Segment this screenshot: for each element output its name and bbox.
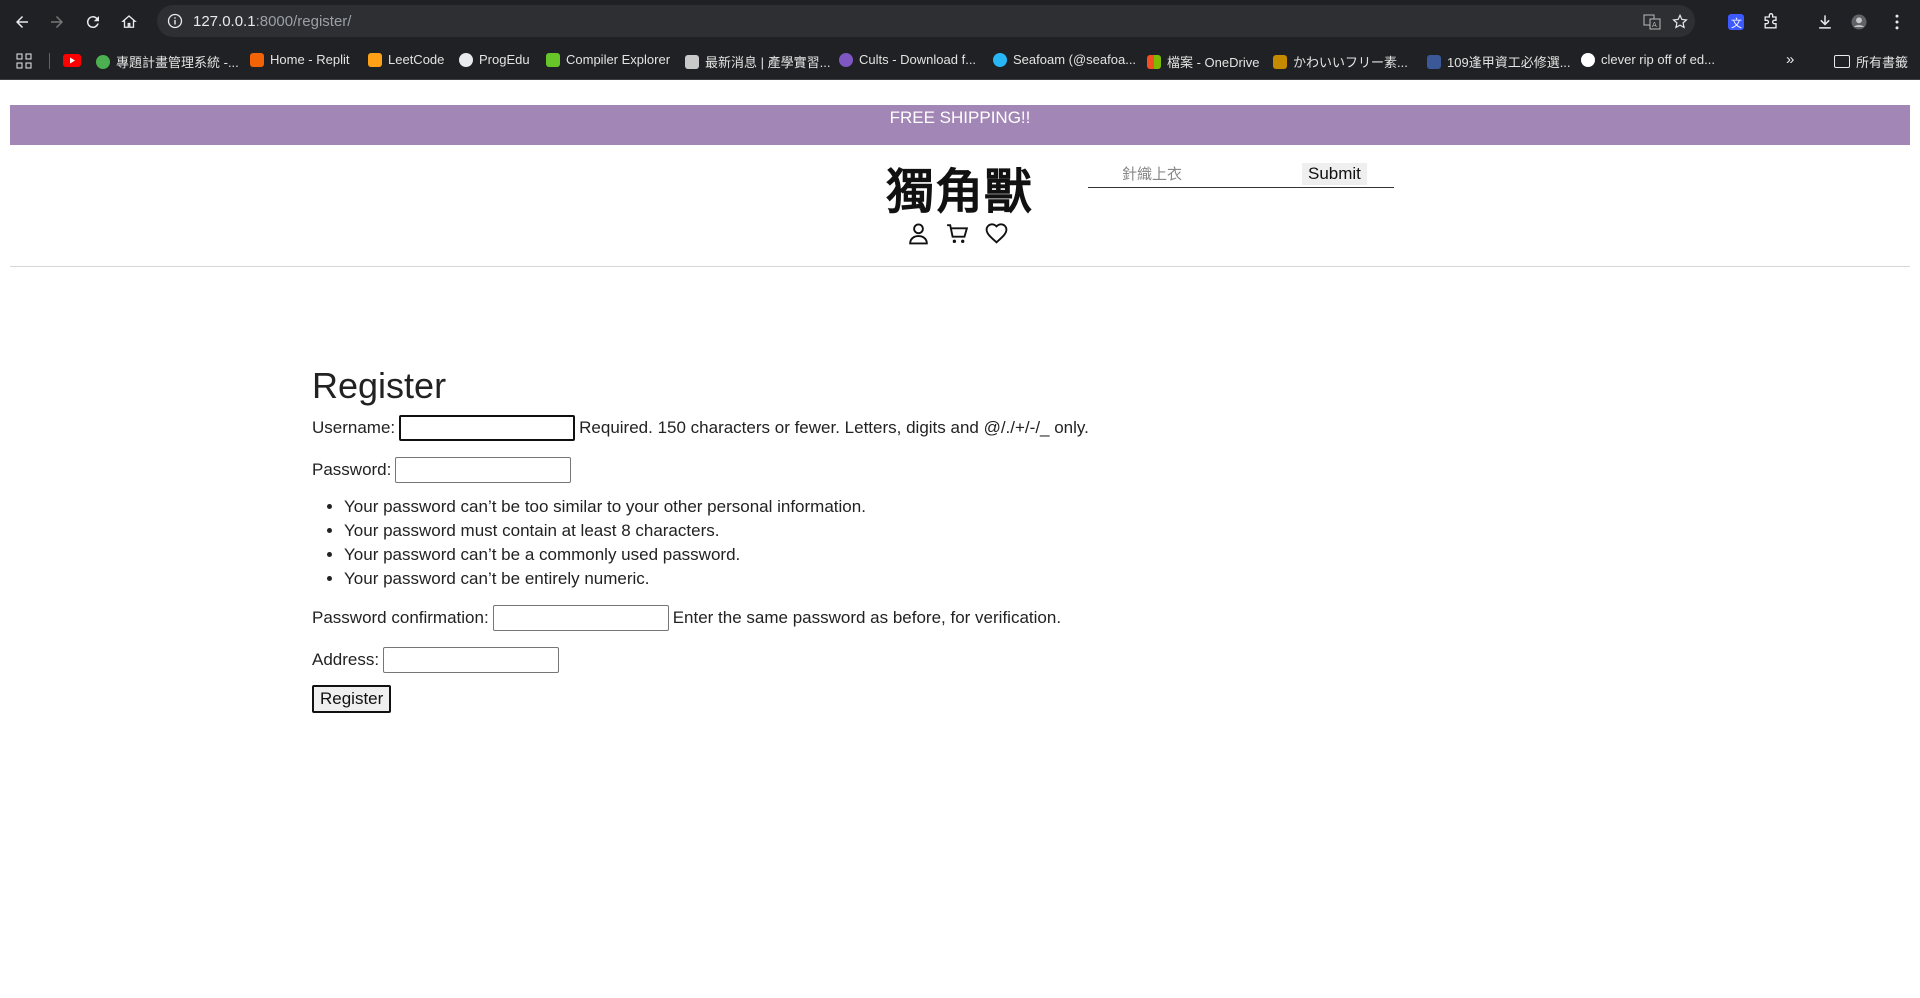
- password-confirmation-help-text: Enter the same password as before, for v…: [672, 608, 1062, 627]
- password-row: Password:: [312, 457, 1089, 483]
- extensions-puzzle-icon[interactable]: [1761, 12, 1781, 32]
- seafoam-icon: [993, 52, 1007, 67]
- all-bookmarks-folder[interactable]: 所有書籤: [1834, 52, 1908, 71]
- bookmark-favicon-icon: [96, 54, 110, 69]
- address-label: Address:: [312, 650, 380, 669]
- bookmarks-bar: 專題計畫管理系統 -... Home - Replit LeetCode Pro…: [0, 43, 1920, 80]
- list-item: Your password can’t be a commonly used p…: [344, 543, 1089, 567]
- compiler-explorer-icon: [546, 52, 560, 67]
- bookmark-item[interactable]: 最新消息 | 產學實習...: [685, 52, 830, 71]
- youtube-icon[interactable]: [63, 54, 81, 67]
- password-field[interactable]: [395, 457, 572, 483]
- bookmark-favicon-icon: [1273, 54, 1287, 69]
- password-confirmation-row: Password confirmation: Enter the same pa…: [312, 605, 1089, 631]
- bookmark-item[interactable]: LeetCode: [368, 52, 444, 67]
- folder-icon: [1834, 55, 1850, 68]
- site-logo[interactable]: 獨角獸: [886, 152, 1033, 222]
- username-label: Username:: [312, 418, 396, 437]
- browser-toolbar: 127.0.0.1:8000/register/ A 文: [0, 0, 1920, 43]
- forward-button[interactable]: [42, 7, 72, 37]
- bookmarks-separator: [49, 53, 50, 69]
- bookmark-item[interactable]: Seafoam (@seafoa...: [993, 52, 1136, 67]
- back-button[interactable]: [7, 7, 37, 37]
- user-icon[interactable]: [906, 221, 931, 246]
- list-item: Your password must contain at least 8 ch…: [344, 519, 1089, 543]
- search-input[interactable]: [1088, 163, 1332, 185]
- leetcode-icon: [368, 52, 382, 67]
- progedu-icon: [459, 52, 473, 67]
- search-submit-button[interactable]: Submit: [1302, 163, 1367, 185]
- username-field[interactable]: [399, 415, 576, 441]
- svg-text:文: 文: [1731, 16, 1742, 30]
- list-item: Your password can’t be entirely numeric.: [344, 567, 1089, 591]
- username-row: Username: Required. 150 characters or fe…: [312, 415, 1089, 441]
- more-bookmarks-chevron-icon[interactable]: »: [1786, 51, 1794, 68]
- bookmark-item[interactable]: Home - Replit: [250, 52, 349, 67]
- header-icons: [906, 221, 1009, 246]
- bookmark-item[interactable]: 檔案 - OneDrive: [1147, 52, 1259, 71]
- bookmark-item[interactable]: Compiler Explorer: [546, 52, 670, 67]
- address-field[interactable]: [383, 647, 560, 673]
- password-confirmation-label: Password confirmation:: [312, 608, 489, 627]
- page-content: FREE SHIPPING!! 獨角獸 Submit Register User…: [0, 80, 1920, 998]
- translate-icon[interactable]: A: [1643, 13, 1661, 31]
- bookmark-item[interactable]: かわいいフリー素...: [1273, 52, 1408, 71]
- home-button[interactable]: [114, 7, 144, 37]
- register-form: Register Username: Required. 150 charact…: [312, 365, 1089, 713]
- bookmark-item[interactable]: 專題計畫管理系統 -...: [96, 52, 239, 71]
- bookmark-star-icon[interactable]: [1671, 13, 1689, 31]
- bookmark-item[interactable]: ProgEdu: [459, 52, 530, 67]
- browser-chrome: 127.0.0.1:8000/register/ A 文 專題計畫管理系統 -.…: [0, 0, 1920, 80]
- bookmark-item[interactable]: clever rip off of ed...: [1581, 52, 1715, 67]
- download-icon[interactable]: [1815, 12, 1835, 32]
- cart-icon[interactable]: [945, 221, 970, 246]
- more-menu-icon[interactable]: [1887, 12, 1907, 32]
- bookmark-favicon-icon: [685, 54, 699, 69]
- username-help-text: Required. 150 characters or fewer. Lette…: [579, 418, 1089, 437]
- replit-icon: [250, 52, 264, 67]
- address-row: Address:: [312, 647, 1089, 673]
- bookmark-favicon-icon: [1427, 54, 1441, 69]
- svg-text:A: A: [1652, 21, 1657, 29]
- url-text: 127.0.0.1:8000/register/: [193, 13, 352, 30]
- password-confirmation-field[interactable]: [492, 605, 669, 631]
- forward-arrow-icon: [51, 16, 63, 28]
- search-form: Submit: [1088, 163, 1394, 188]
- profile-avatar-icon[interactable]: [1849, 12, 1869, 32]
- bookmark-item[interactable]: Cults - Download f...: [839, 52, 976, 67]
- address-bar[interactable]: 127.0.0.1:8000/register/ A: [157, 5, 1695, 37]
- microsoft-icon: [1147, 54, 1161, 69]
- reload-button[interactable]: [78, 7, 108, 37]
- home-icon: [121, 15, 137, 28]
- header-divider: [10, 266, 1910, 267]
- cults-icon: [839, 52, 853, 67]
- apps-grid-icon[interactable]: [16, 53, 32, 69]
- reload-icon: [86, 16, 99, 29]
- promo-banner: FREE SHIPPING!!: [10, 105, 1910, 145]
- list-item: Your password can’t be too similar to yo…: [344, 495, 1089, 519]
- site-info-icon[interactable]: [167, 13, 183, 29]
- back-arrow-icon: [16, 16, 28, 28]
- extension-translate-icon[interactable]: 文: [1726, 12, 1746, 32]
- page-title: Register: [312, 365, 447, 406]
- register-button[interactable]: Register: [312, 685, 392, 713]
- bookmark-item[interactable]: 109逢甲資工必修選...: [1427, 52, 1571, 71]
- password-label: Password:: [312, 460, 392, 479]
- password-rules-list: Your password can’t be too similar to yo…: [312, 495, 1089, 591]
- google-icon: [1581, 52, 1595, 67]
- heart-icon[interactable]: [984, 221, 1009, 246]
